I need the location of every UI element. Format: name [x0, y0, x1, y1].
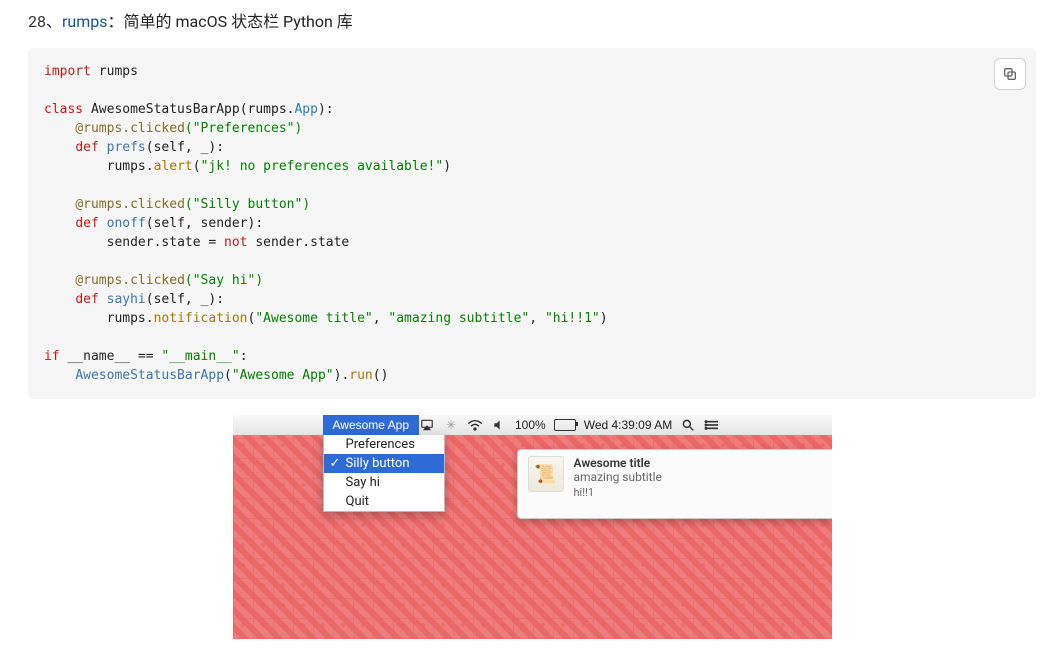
code-block: import rumps class AwesomeStatusBarApp(r…	[28, 48, 1036, 399]
notification-subtitle: amazing subtitle	[574, 470, 662, 484]
battery-icon[interactable]	[554, 419, 576, 431]
volume-icon[interactable]	[491, 417, 507, 433]
menu-item-say-hi[interactable]: Say hi	[324, 473, 444, 492]
menu-item-silly-button[interactable]: Silly button	[324, 454, 444, 473]
copy-button[interactable]	[994, 58, 1026, 90]
rumps-link[interactable]: rumps	[62, 12, 108, 31]
bluetooth-icon[interactable]: ✳	[443, 417, 459, 433]
notification-message: hi!!1	[574, 486, 662, 500]
statusbar-app-title[interactable]: Awesome App	[323, 415, 420, 435]
menu-item-quit[interactable]: Quit	[324, 492, 444, 511]
class-App: App	[294, 102, 317, 117]
spotlight-search-icon[interactable]	[680, 417, 696, 433]
statusbar-dropdown: Preferences Silly button Say hi Quit	[323, 435, 445, 512]
screenshot-bg: Awesome App ✳ 100% Wed 4:39:09 AM Prefer…	[233, 415, 832, 639]
copy-icon	[1002, 66, 1018, 82]
decorator: @rumps	[75, 121, 122, 136]
menubar-clock: Wed 4:39:09 AM	[584, 418, 673, 432]
airplay-icon[interactable]	[419, 417, 435, 433]
notification-center-icon[interactable]	[704, 417, 720, 433]
kw-class: class	[44, 102, 83, 117]
kw-import: import	[44, 64, 91, 79]
macos-menubar: Awesome App ✳ 100% Wed 4:39:09 AM	[233, 415, 832, 435]
heading-description: ：简单的 macOS 状态栏 Python 库	[108, 12, 353, 31]
battery-percent: 100%	[515, 418, 546, 432]
kw-def: def	[75, 140, 98, 155]
notification-banner[interactable]: 📜 Awesome title amazing subtitle hi!!1	[517, 449, 832, 519]
menu-item-preferences[interactable]: Preferences	[324, 435, 444, 454]
section-heading: 28、rumps：简单的 macOS 状态栏 Python 库	[28, 10, 1036, 34]
wifi-icon[interactable]	[467, 417, 483, 433]
heading-number: 28、	[28, 12, 62, 31]
screenshot-figure: Awesome App ✳ 100% Wed 4:39:09 AM Prefer…	[233, 415, 832, 639]
notification-app-icon: 📜	[528, 456, 564, 492]
notification-title: Awesome title	[574, 456, 662, 470]
kw-if: if	[44, 349, 60, 364]
